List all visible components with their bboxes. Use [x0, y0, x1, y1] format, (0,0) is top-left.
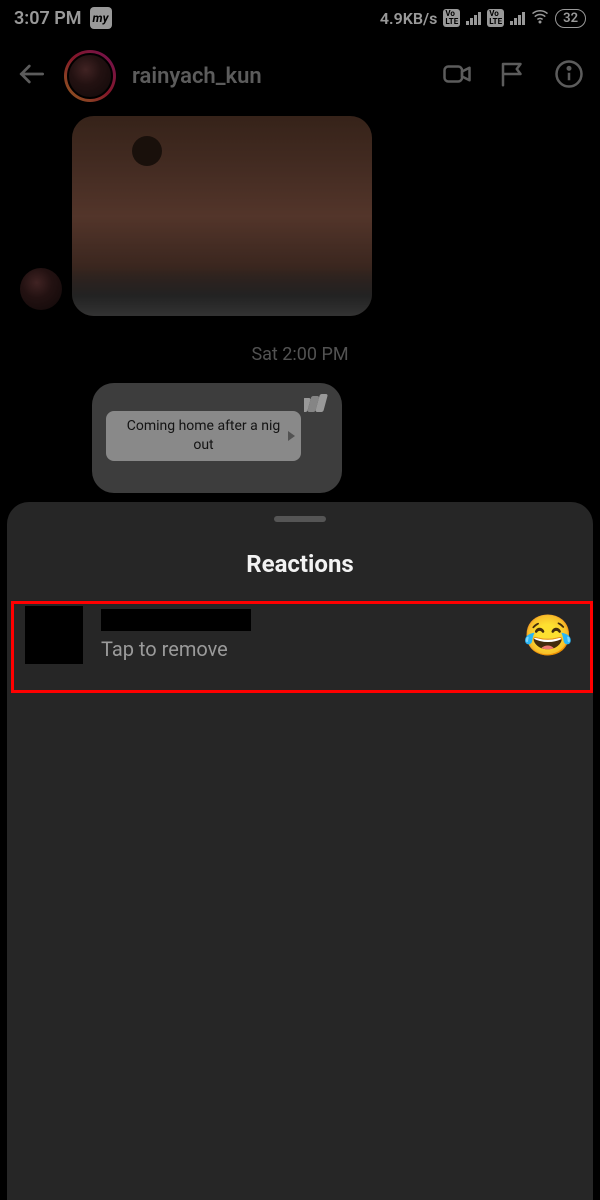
message-row	[20, 116, 580, 316]
chat-area: Sat 2:00 PM Coming home after a nig out	[0, 116, 600, 493]
tap-to-remove-label: Tap to remove	[101, 637, 505, 661]
reel-icon	[304, 393, 330, 417]
chat-header: rainyach_kun	[0, 36, 600, 116]
back-button[interactable]	[16, 58, 48, 94]
status-time: 3:07 PM	[14, 8, 82, 29]
reel-caption: Coming home after a nig out	[106, 411, 301, 461]
reel-preview[interactable]: Coming home after a nig out	[92, 383, 342, 493]
video-call-icon[interactable]	[442, 59, 472, 93]
sender-avatar[interactable]	[20, 268, 62, 310]
user-avatar[interactable]	[64, 50, 116, 102]
timestamp: Sat 2:00 PM	[20, 316, 580, 383]
username-label[interactable]: rainyach_kun	[132, 64, 426, 89]
reaction-emoji: 😂	[523, 612, 573, 659]
media-message[interactable]	[72, 116, 372, 316]
sheet-handle[interactable]	[274, 516, 326, 522]
app-badge-icon: my	[90, 7, 112, 29]
reaction-user-avatar	[25, 606, 83, 664]
info-icon[interactable]	[554, 59, 584, 93]
battery-icon: 32	[555, 9, 586, 28]
reaction-item[interactable]: Tap to remove 😂	[7, 596, 593, 678]
flag-icon[interactable]	[498, 59, 528, 93]
play-icon	[288, 431, 295, 441]
reaction-username	[101, 609, 251, 631]
status-bar: 3:07 PM my 4.9KB/s VoLTE VoLTE 32	[0, 0, 600, 36]
signal-icon	[466, 11, 481, 25]
data-rate: 4.9KB/s	[380, 9, 437, 28]
wifi-icon	[531, 7, 549, 29]
signal-icon-2	[510, 11, 525, 25]
sheet-title: Reactions	[7, 550, 593, 578]
volte-icon-2: VoLTE	[487, 9, 504, 27]
volte-icon: VoLTE	[443, 9, 460, 27]
reactions-sheet: Reactions Tap to remove 😂	[7, 502, 593, 1200]
